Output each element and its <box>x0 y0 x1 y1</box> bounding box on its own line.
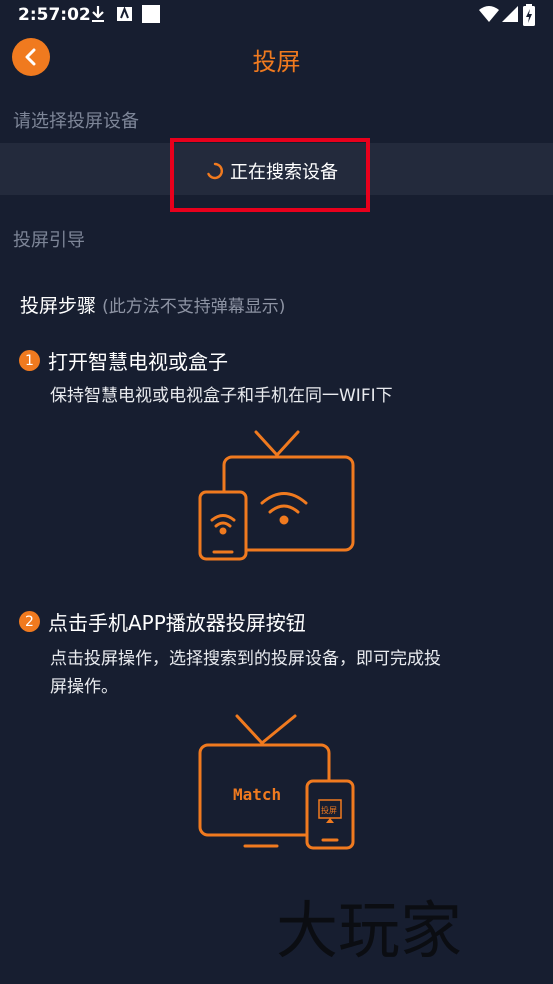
signal-icon <box>502 6 518 22</box>
step-2-title: 点击手机APP播放器投屏按钮 <box>48 611 306 635</box>
wifi-icon <box>479 6 499 22</box>
step-1-number: 1 <box>19 350 40 371</box>
square-notification-icon <box>142 5 160 23</box>
step-1-heading: 1 打开智慧电视或盒子 <box>19 346 228 375</box>
phone-cast-text: 投屏 <box>321 805 337 815</box>
page-title: 投屏 <box>252 48 301 76</box>
steps-title: 投屏步骤 <box>20 295 97 317</box>
step-2-heading: 2 点击手机APP播放器投屏按钮 <box>19 607 306 636</box>
guide-label: 投屏引导 <box>13 230 85 251</box>
app-notification-icon <box>117 6 132 21</box>
step-1-desc: 保持智慧电视或电视盒子和手机在同一WIFI下 <box>50 386 393 406</box>
tv-phone-wifi-illustration <box>198 430 355 561</box>
select-device-label: 请选择投屏设备 <box>13 111 139 132</box>
steps-note: (此方法不支持弹幕显示) <box>102 297 286 317</box>
step-2-number: 2 <box>19 611 40 632</box>
step-2-desc: 点击投屏操作，选择搜索到的投屏设备，即可完成投 屏操作。 <box>50 645 441 701</box>
status-bar: 2:57:02 <box>0 0 553 30</box>
step-2-desc-line-2: 屏操作。 <box>50 677 118 697</box>
tv-brand-text: Match <box>233 785 281 804</box>
watermark: 大玩家 <box>276 894 463 967</box>
tv-phone-cast-illustration: Match 投屏 <box>198 714 355 850</box>
step-1-title: 打开智慧电视或盒子 <box>48 350 228 374</box>
battery-icon <box>523 4 535 26</box>
download-icon <box>92 6 104 22</box>
highlight-box <box>170 138 370 212</box>
header: 投屏 <box>0 30 553 86</box>
steps-heading: 投屏步骤 (此方法不支持弹幕显示) <box>20 291 285 318</box>
step-2-desc-line-1: 点击投屏操作，选择搜索到的投屏设备，即可完成投 <box>50 649 441 669</box>
status-time: 2:57:02 <box>18 5 91 25</box>
